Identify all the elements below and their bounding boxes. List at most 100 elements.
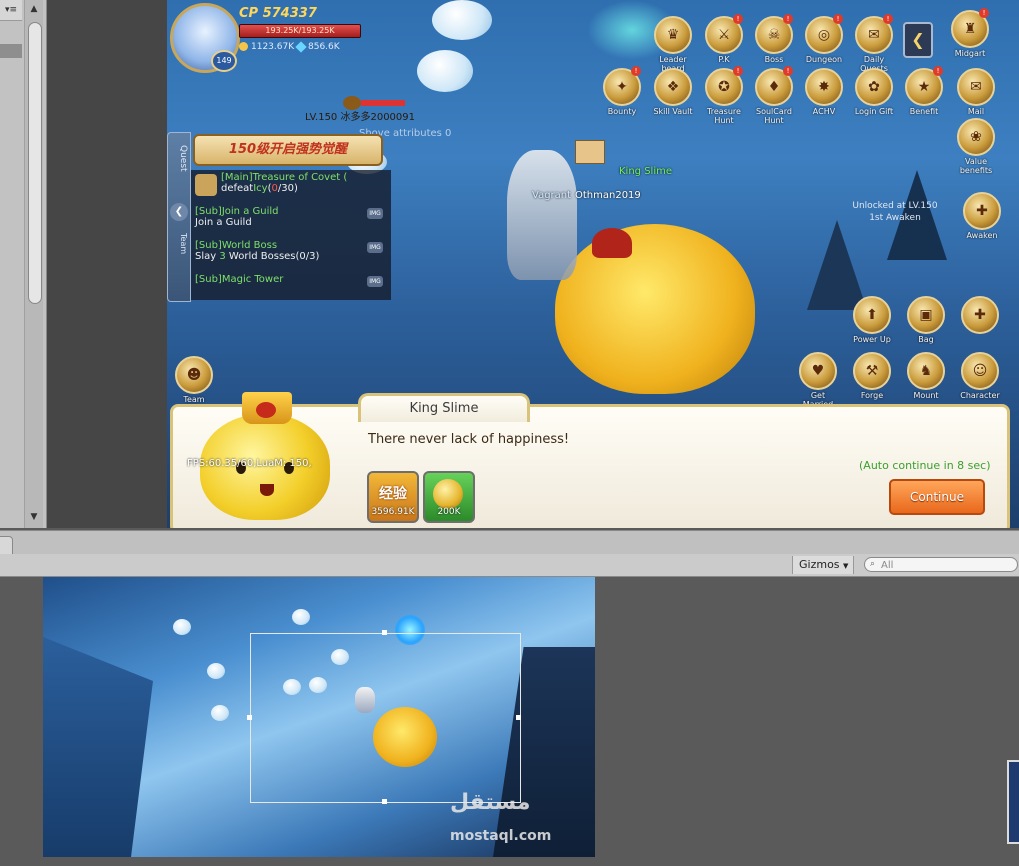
scene-view[interactable] (43, 577, 595, 857)
power-up-button[interactable]: ⬆ Power Up (849, 296, 895, 350)
hierarchy-selected-row[interactable] (0, 44, 22, 58)
panel-menu-icon[interactable]: ▾≡ (0, 0, 22, 21)
notification-badge: ! (933, 66, 943, 76)
quest-side-tab[interactable]: Quest ❮ Team (167, 132, 191, 302)
reward-gold-amount: 200K (437, 507, 461, 517)
quest-image-tag: IMG (367, 276, 383, 287)
gold-coin-icon (239, 42, 248, 51)
ice-slime[interactable] (173, 619, 191, 635)
notification-badge: ! (733, 14, 743, 24)
ice-slime[interactable] (207, 663, 225, 679)
awaken-button[interactable]: ✚ Awaken (959, 192, 1005, 246)
reward-exp[interactable]: 经验 3596.91K (367, 471, 419, 523)
vertical-scrollbar[interactable]: ▲ ▼ (24, 0, 43, 528)
daily-quests-button[interactable]: !✉Daily Quests (851, 14, 897, 73)
collapse-menu-arrow-icon[interactable]: ❮ (903, 22, 933, 58)
dungeon-button[interactable]: ! ◎ Dungeon (801, 14, 847, 70)
team-icon: ☻ (175, 356, 213, 394)
preview-thumbnail[interactable] (1007, 760, 1019, 844)
reward-gold[interactable]: 200K (423, 471, 475, 523)
hierarchy-panel: ▾≡ ▲ ▼ (0, 0, 47, 528)
gold-amount: 1123.67K (251, 42, 295, 52)
quest-item-main[interactable]: [Main]Treasure of Covet ( defeatIcy(0/30… (221, 172, 387, 206)
get-married-button[interactable]: ♥Get Married (795, 352, 841, 409)
game-view[interactable]: 149 CP 574337 193.25K/193.25K 1123.67K 8… (167, 0, 1019, 528)
hp-text: 193.25K/193.25K (265, 26, 335, 35)
rect-handle-top[interactable] (382, 630, 387, 635)
value-benefits-button[interactable]: ❀ Value benefits (953, 118, 999, 175)
vault-icon: ❖ (654, 68, 692, 106)
mail-button[interactable]: ✉ Mail (953, 68, 999, 122)
unlock-line-2: 1st Awaken (869, 213, 921, 223)
mount-button[interactable]: ♞ Mount (903, 352, 949, 406)
quest-title: [Sub]Join a Guild (195, 206, 279, 217)
character-button[interactable]: ☺ Character (957, 352, 1003, 406)
gizmos-dropdown[interactable]: Gizmos ▼ (792, 556, 854, 574)
awaken-event-banner[interactable]: 150级开启强势觉醒 (193, 134, 383, 166)
midgart-button[interactable]: ! ♜ Midgart (947, 8, 993, 64)
scene-search-input[interactable]: All (864, 557, 1018, 572)
quest-image-tag: IMG (367, 208, 383, 219)
ice-slime[interactable] (211, 705, 229, 721)
awaken-unlock-text: Unlocked at LV.150 1st Awaken (847, 200, 943, 224)
rect-handle-left[interactable] (247, 715, 252, 720)
king-slime-field[interactable] (555, 224, 755, 394)
hp-bar: 193.25K/193.25K (239, 24, 361, 38)
dropdown-arrow-icon: ▼ (843, 562, 849, 570)
ice-slime[interactable] (432, 0, 492, 40)
king-slime-nametag: King Slime (619, 166, 672, 177)
quest-tab-label[interactable]: Quest (170, 145, 188, 172)
pk-button[interactable]: ! ⚔ P.K (701, 14, 747, 70)
slime-crown (592, 228, 632, 258)
collapse-quest-arrow-icon[interactable]: ❮ (170, 203, 188, 221)
quest-item-magic-tower[interactable]: [Sub]Magic Tower IMG (195, 274, 387, 308)
bag-button[interactable]: ▣ Bag (903, 296, 949, 350)
watermark-latin: mostaql.com (450, 828, 552, 844)
quest-item-guild[interactable]: [Sub]Join a Guild Join a Guild IMG (195, 206, 387, 240)
scroll-up-arrow-icon[interactable]: ▲ (25, 2, 43, 16)
scroll-down-arrow-icon[interactable]: ▼ (25, 510, 43, 524)
scene-tab[interactable] (0, 536, 13, 556)
auto-continue-timer: (Auto continue in 8 sec) (859, 459, 991, 472)
camera-bounds-rect[interactable] (250, 633, 521, 803)
awaken-icon: ✚ (963, 192, 1001, 230)
dpad-icon: ✚ (961, 296, 999, 334)
notification-badge: ! (733, 66, 743, 76)
rect-handle-right[interactable] (516, 715, 521, 720)
quest-item-world-boss[interactable]: [Sub]World Boss Slay 3 World Bosses(0/3)… (195, 240, 387, 274)
login-gift-button[interactable]: ✿ Login Gift (851, 68, 897, 122)
quest-objective: Slay 3 World Bosses(0/3) (195, 251, 387, 262)
ice-slime[interactable] (292, 609, 310, 625)
player-character[interactable] (507, 150, 577, 280)
treasure-hunt-button[interactable]: ! ✪ Treasure Hunt (701, 66, 747, 125)
dialog-message: There never lack of happiness! (368, 432, 570, 447)
notification-badge: ! (631, 66, 641, 76)
value-benefits-icon: ❀ (957, 118, 995, 156)
rect-handle-bottom[interactable] (382, 799, 387, 804)
trophy-icon: ♛ (654, 16, 692, 54)
watermark-arabic: مستقل (450, 790, 531, 815)
boss-button[interactable]: ! ☠ Boss (751, 14, 797, 70)
horse-icon: ♞ (907, 352, 945, 390)
player-nameplate: LV.150 冰多多2000091 (305, 112, 416, 123)
main-quest-icon (195, 174, 217, 196)
team-tab-label[interactable]: Team (170, 233, 188, 254)
scrollbar-thumb[interactable] (28, 22, 42, 304)
skill-vault-button[interactable]: ❖ Skill Vault (650, 68, 696, 122)
quest-objective-text: defeat (221, 183, 254, 194)
ice-slime[interactable] (417, 50, 473, 92)
quest-objective: Join a Guild (195, 217, 252, 228)
dpad-button[interactable]: ✚ (957, 296, 1003, 350)
forge-button[interactable]: ⚒ Forge (849, 352, 895, 406)
achievements-button[interactable]: ✸ ACHV (801, 68, 847, 122)
enemy-hp-bar (361, 100, 405, 106)
gold-coin-icon (433, 479, 463, 509)
bounty-button[interactable]: ! ✦ Bounty (599, 66, 645, 122)
mail-icon: ✉ (957, 68, 995, 106)
continue-button[interactable]: Continue (889, 479, 985, 515)
leaderboard-button[interactable]: ♛Leader board (650, 16, 696, 73)
character-icon: ☺ (961, 352, 999, 390)
benefit-button[interactable]: ! ★ Benefit (901, 66, 947, 122)
soulcard-hunt-button[interactable]: ! ♦ SoulCard Hunt (751, 66, 797, 125)
team-button[interactable]: ☻ Team (173, 356, 215, 404)
